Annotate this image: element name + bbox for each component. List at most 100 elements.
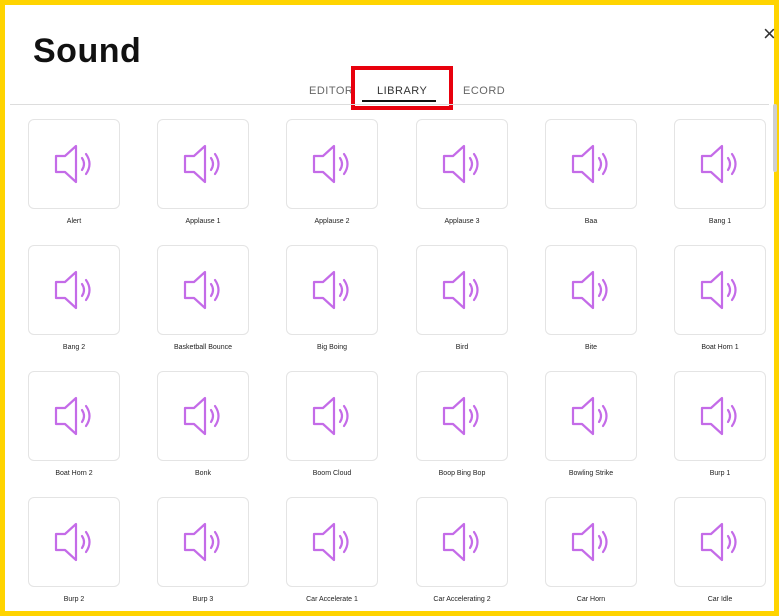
sound-tile-label: Car Accelerate 1 — [306, 596, 358, 603]
sound-tile[interactable]: Big Boing — [286, 245, 378, 363]
sound-tile[interactable]: Bird — [416, 245, 508, 363]
sound-tile[interactable]: Bowling Strike — [545, 371, 637, 489]
sound-tile-label: Big Boing — [317, 344, 347, 351]
sound-tile-label: Boom Cloud — [312, 470, 352, 477]
sound-tile-label: Bang 2 — [62, 344, 86, 351]
sound-tile[interactable]: Boat Horn 2 — [28, 371, 120, 489]
sound-tile[interactable]: Applause 3 — [416, 119, 508, 237]
sound-tile-label: Car Idle — [707, 596, 733, 603]
close-icon[interactable]: × — [763, 23, 776, 45]
sound-tile[interactable]: Boop Bing Bop — [416, 371, 508, 489]
speaker-icon — [442, 144, 479, 184]
sound-tile-label: Applause 3 — [444, 218, 480, 225]
speaker-icon — [54, 144, 91, 184]
scrollbar-thumb[interactable] — [773, 104, 777, 172]
sound-tile-box[interactable] — [416, 371, 508, 461]
sound-tile-box[interactable] — [28, 245, 120, 335]
sound-tile-box[interactable] — [157, 245, 249, 335]
sound-tile-box[interactable] — [286, 497, 378, 587]
sound-tile-label: Baa — [584, 218, 598, 225]
sound-tile-box[interactable] — [674, 497, 766, 587]
sound-tile-label: Boat Horn 1 — [701, 344, 739, 351]
sound-tile[interactable]: Boat Horn 1 — [674, 245, 766, 363]
speaker-icon — [54, 270, 91, 310]
sound-tile-box[interactable] — [416, 119, 508, 209]
speaker-icon — [700, 144, 737, 184]
speaker-icon — [183, 522, 220, 562]
sound-tile-box[interactable] — [545, 371, 637, 461]
speaker-icon — [183, 144, 220, 184]
scrollbar-track[interactable] — [774, 100, 779, 611]
sound-tile-label: Burp 2 — [63, 596, 85, 603]
sound-grid: Alert Applause 1 Applause 2 Applause 3 Baa Ba… — [5, 100, 774, 611]
sound-tile[interactable]: Burp 2 — [28, 497, 120, 611]
tab-record[interactable]: ECORD — [463, 85, 505, 97]
speaker-icon — [442, 270, 479, 310]
speaker-icon — [183, 396, 220, 436]
sound-tile-label: Bite — [584, 344, 598, 351]
sound-tile-label: Applause 1 — [185, 218, 221, 225]
sound-tile-label: Boat Horn 2 — [55, 470, 93, 477]
speaker-icon — [312, 144, 349, 184]
speaker-icon — [183, 270, 220, 310]
speaker-icon — [442, 522, 479, 562]
sound-tile-label: Boop Bing Bop — [438, 470, 486, 477]
sound-tile-box[interactable] — [28, 119, 120, 209]
sound-tile-box[interactable] — [674, 119, 766, 209]
sound-tile-box[interactable] — [157, 497, 249, 587]
sound-tile[interactable]: Baa — [545, 119, 637, 237]
sound-tile-box[interactable] — [286, 245, 378, 335]
sound-tile-label: Burp 3 — [192, 596, 214, 603]
speaker-icon — [700, 522, 737, 562]
sound-tile-label: Car Horn — [576, 596, 606, 603]
sound-tile[interactable]: Boom Cloud — [286, 371, 378, 489]
sound-tile[interactable]: Car Horn — [545, 497, 637, 611]
sound-tile-box[interactable] — [674, 245, 766, 335]
speaker-icon — [312, 270, 349, 310]
sound-tile-label: Basketball Bounce — [174, 344, 232, 351]
speaker-icon — [571, 270, 608, 310]
speaker-icon — [312, 522, 349, 562]
sound-tile[interactable]: Car Accelerate 1 — [286, 497, 378, 611]
speaker-icon — [442, 396, 479, 436]
sound-tile-label: Burp 1 — [709, 470, 731, 477]
sound-tile[interactable]: Bang 1 — [674, 119, 766, 237]
sound-tile-box[interactable] — [545, 497, 637, 587]
sound-tile[interactable]: Alert — [28, 119, 120, 237]
sound-tile[interactable]: Applause 1 — [157, 119, 249, 237]
sound-tile-label: Bowling Strike — [568, 470, 614, 477]
sound-tile[interactable]: Bang 2 — [28, 245, 120, 363]
sound-tile[interactable]: Bonk — [157, 371, 249, 489]
sound-tile[interactable]: Burp 3 — [157, 497, 249, 611]
sound-tile[interactable]: Bite — [545, 245, 637, 363]
sound-tile-box[interactable] — [286, 119, 378, 209]
speaker-icon — [312, 396, 349, 436]
sound-tile-box[interactable] — [28, 371, 120, 461]
speaker-icon — [54, 396, 91, 436]
speaker-icon — [700, 396, 737, 436]
sound-tile[interactable]: Basketball Bounce — [157, 245, 249, 363]
sound-tile[interactable]: Car Idle — [674, 497, 766, 611]
sound-tile-box[interactable] — [674, 371, 766, 461]
speaker-icon — [571, 522, 608, 562]
sound-tile-label: Bonk — [195, 470, 211, 477]
sound-tile-box[interactable] — [545, 245, 637, 335]
sound-tile-box[interactable] — [157, 119, 249, 209]
sound-tile-box[interactable] — [416, 497, 508, 587]
sound-tile-box[interactable] — [545, 119, 637, 209]
sound-tile-label: Alert — [66, 218, 82, 225]
dialog-title: Sound — [33, 32, 142, 70]
sound-tile[interactable]: Burp 1 — [674, 371, 766, 489]
sound-tile-box[interactable] — [157, 371, 249, 461]
speaker-icon — [571, 396, 608, 436]
speaker-icon — [54, 522, 91, 562]
tab-editor[interactable]: EDITOR — [309, 85, 353, 97]
sound-tile[interactable]: Car Accelerating 2 — [416, 497, 508, 611]
sound-tile-label: Applause 2 — [314, 218, 350, 225]
sound-tile[interactable]: Applause 2 — [286, 119, 378, 237]
speaker-icon — [700, 270, 737, 310]
sound-tile-label: Car Accelerating 2 — [433, 596, 491, 603]
sound-tile-box[interactable] — [416, 245, 508, 335]
sound-tile-box[interactable] — [28, 497, 120, 587]
sound-tile-box[interactable] — [286, 371, 378, 461]
